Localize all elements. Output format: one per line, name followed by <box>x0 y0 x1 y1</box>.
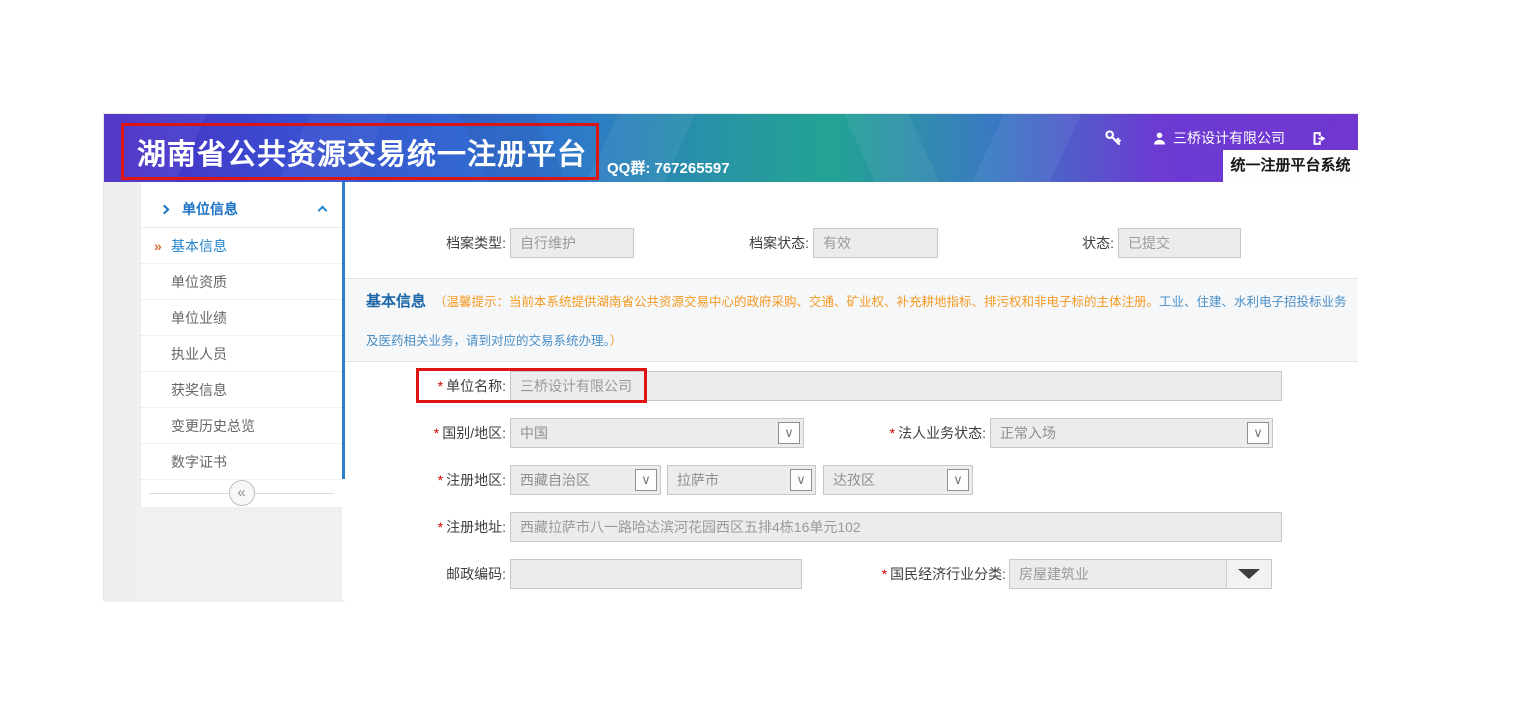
industry-label: *国民经济行业分类: <box>809 559 1006 589</box>
left-rail <box>104 182 141 602</box>
province-select[interactable]: 西藏自治区 ∨ <box>510 465 661 495</box>
sidebar-collapse-row: « <box>141 480 342 507</box>
section-tip: 基本信息 （温馨提示：当前本系统提供湖南省公共资源交易中心的政府采购、交通、矿业权… <box>366 282 1354 361</box>
sidebar-item-digital-certificate[interactable]: 数字证书 <box>141 444 342 480</box>
user-icon <box>1152 131 1167 146</box>
chevron-right-icon <box>160 204 170 214</box>
unit-name-label: *单位名称: <box>345 371 506 401</box>
reg-area-label: *注册地区: <box>345 465 506 495</box>
chevron-up-icon <box>318 206 328 216</box>
district-select[interactable]: 达孜区 ∨ <box>823 465 973 495</box>
archive-type-label: 档案类型: <box>345 228 506 258</box>
sidebar-item-awards[interactable]: 获奖信息 <box>141 372 342 408</box>
status-bar: 档案类型: 自行维护 档案状态: 有效 状态: 已提交 <box>345 228 1358 258</box>
unit-name-input[interactable]: 三桥设计有限公司 <box>510 371 1282 401</box>
sidebar-group-label: 单位信息 <box>182 199 238 219</box>
sidebar: 单位信息 » 基本信息 单位资质 单位业绩 执业人员 获奖信息 <box>141 182 342 602</box>
sidebar-item-label: 执业人员 <box>171 346 227 362</box>
form-row-reg-area: *注册地区: 西藏自治区 ∨ 拉萨市 ∨ 达孜区 ∨ <box>345 465 1358 495</box>
active-marker-icon: » <box>154 228 162 264</box>
country-label: *国别/地区: <box>345 418 506 448</box>
main-content: 档案类型: 自行维护 档案状态: 有效 状态: 已提交 基本信息 （温馨提示：当前… <box>345 182 1358 602</box>
app-window: 湖南省公共资源交易统一注册平台 QQ群: 767265597 三桥设计有限公司 … <box>103 113 1357 601</box>
industry-dropdown[interactable]: 房屋建筑业 <box>1009 559 1272 589</box>
postal-code-input[interactable] <box>510 559 802 589</box>
sidebar-collapse-button[interactable]: « <box>229 480 255 506</box>
tip-text-orange: （温馨提示：当前本系统提供湖南省公共资源交易中心的政府采购、交通、矿业权、补充耕… <box>434 295 1159 309</box>
sidebar-item-basic-info[interactable]: » 基本信息 <box>141 228 342 264</box>
sidebar-item-unit-qualification[interactable]: 单位资质 <box>141 264 342 300</box>
form-row-reg-address: *注册地址: 西藏拉萨市八一路哈达滨河花园西区五排4栋16单元102 <box>345 512 1358 542</box>
reg-address-label: *注册地址: <box>345 512 506 542</box>
title-annotation-box: 湖南省公共资源交易统一注册平台 <box>121 123 599 180</box>
sidebar-item-practitioners[interactable]: 执业人员 <box>141 336 342 372</box>
sidebar-item-label: 基本信息 <box>171 238 227 254</box>
select-chevron-icon: ∨ <box>1247 422 1269 444</box>
legal-status-label: *法人业务状态: <box>785 418 986 448</box>
sidebar-items: » 基本信息 单位资质 单位业绩 执业人员 获奖信息 变更历史总览 <box>141 228 342 480</box>
tip-text-close: ） <box>610 334 623 348</box>
sidebar-item-label: 变更历史总览 <box>171 418 255 434</box>
key-icon[interactable] <box>1104 129 1122 147</box>
logout-icon[interactable] <box>1311 130 1328 147</box>
sidebar-item-unit-performance[interactable]: 单位业绩 <box>141 300 342 336</box>
country-select[interactable]: 中国 ∨ <box>510 418 804 448</box>
form-row-unit-name: *单位名称: 三桥设计有限公司 <box>345 371 1358 401</box>
dropdown-arrow-icon <box>1226 560 1271 588</box>
postal-code-label: 邮政编码: <box>345 559 506 589</box>
sidebar-group-unit-info[interactable]: 单位信息 <box>141 191 342 228</box>
header-actions: 三桥设计有限公司 <box>1104 128 1328 148</box>
archive-status-field[interactable]: 有效 <box>813 228 938 258</box>
select-chevron-icon: ∨ <box>947 469 969 491</box>
status-field[interactable]: 已提交 <box>1118 228 1241 258</box>
city-select[interactable]: 拉萨市 ∨ <box>667 465 816 495</box>
status-label: 状态: <box>995 228 1114 258</box>
system-tab[interactable]: 统一注册平台系统 <box>1223 150 1358 182</box>
qq-group-label: QQ群: 767265597 <box>607 157 730 178</box>
form-row-country-status: *国别/地区: 中国 ∨ *法人业务状态: 正常入场 ∨ <box>345 418 1358 448</box>
select-chevron-icon: ∨ <box>790 469 812 491</box>
archive-type-field[interactable]: 自行维护 <box>510 228 634 258</box>
sidebar-item-label: 单位业绩 <box>171 310 227 326</box>
sidebar-item-change-history[interactable]: 变更历史总览 <box>141 408 342 444</box>
sidebar-item-label: 数字证书 <box>171 454 227 470</box>
page: 湖南省公共资源交易统一注册平台 QQ群: 767265597 三桥设计有限公司 … <box>0 0 1540 716</box>
reg-address-input[interactable]: 西藏拉萨市八一路哈达滨河花园西区五排4栋16单元102 <box>510 512 1282 542</box>
form-row-postal-industry: 邮政编码: *国民经济行业分类: 房屋建筑业 <box>345 559 1358 589</box>
company-name: 三桥设计有限公司 <box>1173 128 1285 148</box>
select-chevron-icon: ∨ <box>635 469 657 491</box>
legal-status-select[interactable]: 正常入场 ∨ <box>990 418 1273 448</box>
section-header: 基本信息 （温馨提示：当前本系统提供湖南省公共资源交易中心的政府采购、交通、矿业权… <box>345 278 1358 362</box>
section-title: 基本信息 <box>366 293 426 310</box>
sidebar-footer <box>141 507 342 602</box>
archive-status-label: 档案状态: <box>645 228 809 258</box>
sidebar-item-label: 获奖信息 <box>171 382 227 398</box>
page-title: 湖南省公共资源交易统一注册平台 <box>137 131 587 173</box>
sidebar-item-label: 单位资质 <box>171 274 227 290</box>
current-company-menu[interactable]: 三桥设计有限公司 <box>1152 128 1285 148</box>
header: 湖南省公共资源交易统一注册平台 QQ群: 767265597 三桥设计有限公司 … <box>104 114 1358 182</box>
